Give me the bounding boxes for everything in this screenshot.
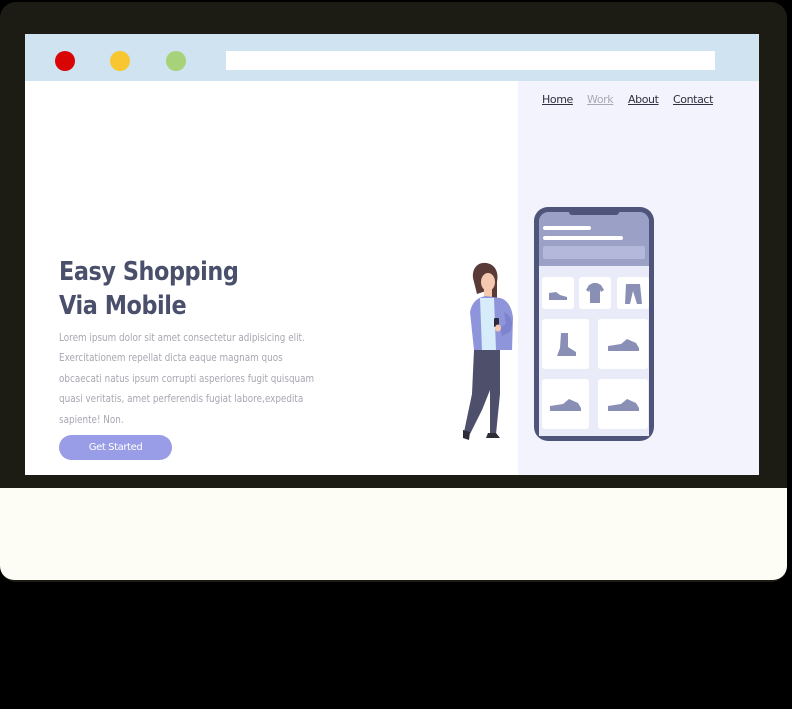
smartphone-illustration [534,207,654,441]
shoe-icon[interactable] [542,277,574,309]
close-window-button[interactable] [55,51,75,71]
minimize-window-button[interactable] [110,51,130,71]
pants-icon[interactable] [617,277,649,309]
nav-work-link[interactable]: Work [587,93,614,106]
nav-home-link[interactable]: Home [542,93,573,106]
woman-figure [463,262,513,440]
browser-toolbar [25,34,759,81]
hero-description-text: Lorem ipsum dolor sit amet consectetur a… [59,332,315,426]
shopping-illustration [463,207,654,441]
hero-description: Lorem ipsum dolor sit amet consectetur a… [59,328,314,430]
monitor-chin [0,488,787,580]
get-started-button[interactable]: Get Started [59,435,172,460]
nav-contact-link[interactable]: Contact [673,93,713,106]
nav-about-link[interactable]: About [628,93,659,106]
hero-title: Easy Shopping Via Mobile [59,255,283,323]
hero-title-line-2: Via Mobile [59,291,187,321]
maximize-window-button[interactable] [166,51,186,71]
address-bar[interactable] [226,51,715,70]
hero-title-line-1: Easy Shopping [59,257,239,287]
screen: Home Work About Contact Easy Shopping Vi… [25,34,759,475]
